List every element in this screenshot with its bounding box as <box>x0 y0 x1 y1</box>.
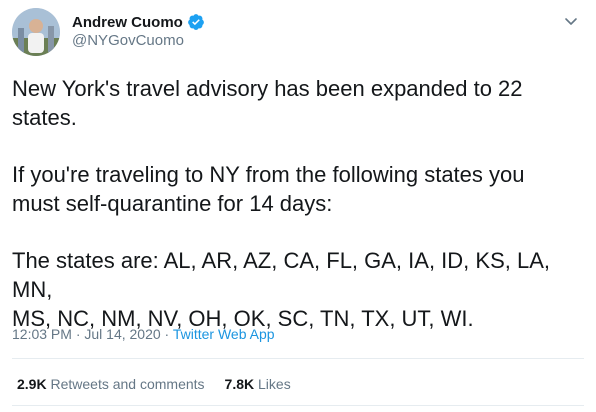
tweet-text-line: New York's travel advisory has been expa… <box>12 76 523 101</box>
author-handle[interactable]: @NYGovCuomo <box>72 32 184 49</box>
likes-label: Likes <box>258 376 291 392</box>
tweet-text-line: must self-quarantine for 14 days: <box>12 191 333 216</box>
tweet-stats: 2.9K Retweets and comments 7.8K Likes <box>17 376 291 392</box>
tweet-text-line: If you're traveling to NY from the follo… <box>12 162 525 187</box>
retweets-label: Retweets and comments <box>50 376 205 392</box>
likes-stat[interactable]: 7.8K Likes <box>225 376 291 392</box>
divider <box>12 358 584 359</box>
verified-badge-icon <box>187 13 205 31</box>
tweet-card: Andrew Cuomo @NYGovCuomo New York's trav… <box>0 0 596 412</box>
divider <box>12 405 584 406</box>
chevron-down-icon[interactable] <box>562 12 580 30</box>
avatar[interactable] <box>12 8 60 56</box>
tweet-timestamp-row: 12:03 PM · Jul 14, 2020 · Twitter Web Ap… <box>12 326 275 342</box>
retweets-count: 2.9K <box>17 376 47 392</box>
author-name-row: Andrew Cuomo <box>72 12 205 32</box>
retweets-stat[interactable]: 2.9K Retweets and comments <box>17 376 205 392</box>
tweet-timestamp[interactable]: 12:03 PM · Jul 14, 2020 · <box>12 326 173 342</box>
avatar-image <box>12 8 60 56</box>
tweet-source-app[interactable]: Twitter Web App <box>173 326 275 342</box>
likes-count: 7.8K <box>224 376 255 392</box>
tweet-text-line: states. <box>12 105 77 130</box>
display-name[interactable]: Andrew Cuomo <box>72 14 183 31</box>
tweet-text-line: The states are: AL, AR, AZ, CA, FL, GA, … <box>12 248 550 302</box>
tweet-text: New York's travel advisory has been expa… <box>12 74 582 333</box>
